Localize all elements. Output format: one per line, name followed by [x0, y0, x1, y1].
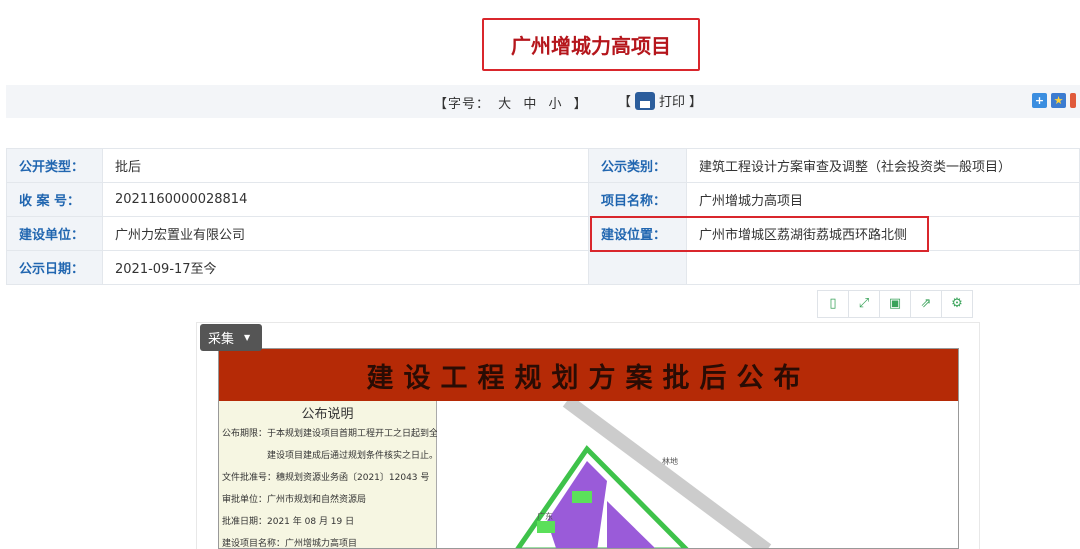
- map-label: 广东: [537, 512, 553, 521]
- info-row: 收 案 号： 2021160000028814 项目名称： 广州增城力高项目: [6, 182, 1080, 217]
- font-medium-button[interactable]: 中: [523, 97, 537, 112]
- location-highlight: [590, 216, 929, 252]
- toolbar: 【字号： 大 中 小 】 【 打印 】 + ★: [6, 85, 1080, 118]
- info-row: 公示日期： 2021-09-17至今: [6, 250, 1080, 285]
- font-large-button[interactable]: 大: [498, 97, 512, 112]
- notice-poster-image: 建设工程规划方案批后公布 公布说明 公布期限：于本规划建设项目首期工程开工之日起…: [218, 348, 959, 549]
- font-size-control: 【字号： 大 中 小 】: [434, 93, 591, 112]
- site-plan-map: 林地 广东: [437, 395, 958, 548]
- print-label: 打印: [659, 95, 686, 110]
- field-label: 公开类型：: [6, 148, 103, 183]
- info-row: 公开类型： 批后 公示类别： 建筑工程设计方案审查及调整（社会投资类一般项目）: [6, 148, 1080, 183]
- caret-down-icon: ▼: [244, 333, 251, 342]
- notice-line: 批准日期：2021 年 08 月 19 日: [222, 517, 355, 527]
- field-value: 广州力宏置业有限公司: [102, 216, 589, 251]
- map-label: 林地: [662, 457, 678, 466]
- field-value: 广州增城力高项目: [686, 182, 1080, 217]
- collect-label: 采集: [208, 332, 235, 347]
- fullscreen-icon[interactable]: ⤢: [848, 290, 880, 318]
- share-icon[interactable]: ⇗: [910, 290, 942, 318]
- bracket: 】: [689, 95, 703, 110]
- settings-gear-icon[interactable]: ⚙: [941, 290, 973, 318]
- field-label: 建设单位：: [6, 216, 103, 251]
- site-plan-drawing: [515, 395, 772, 548]
- field-label: 收 案 号：: [6, 182, 103, 217]
- notice-line: 文件批准号：穗规划资源业务函〔2021〕12043 号: [222, 473, 430, 483]
- save-icon[interactable]: ▣: [879, 290, 911, 318]
- poster-banner: 建设工程规划方案批后公布: [219, 349, 958, 401]
- font-small-button[interactable]: 小: [548, 97, 562, 112]
- favorite-star-icon[interactable]: ★: [1051, 93, 1066, 108]
- print-button[interactable]: 【 打印 】: [618, 91, 702, 110]
- share-icon[interactable]: [1070, 93, 1076, 108]
- notice-line: 审批单位：广州市规划和自然资源局: [222, 495, 367, 505]
- fit-page-icon[interactable]: ▯: [817, 290, 849, 318]
- add-icon[interactable]: +: [1032, 93, 1047, 108]
- notice-line: 公布期限：于本规划建设项目首期工程开工之日起到全部: [222, 429, 448, 439]
- notice-title: 公布说明: [301, 407, 354, 422]
- notice-line: 建设项目名称：广州增城力高项目: [222, 539, 358, 549]
- collect-button[interactable]: 采集 ▼: [200, 324, 262, 351]
- field-label: 项目名称：: [588, 182, 687, 217]
- printer-icon: [635, 91, 656, 110]
- field-label: 公示日期：: [6, 250, 103, 285]
- notice-line: 建设项目建成后通过规划条件核实之日止。: [267, 451, 439, 461]
- bracket: 【: [618, 95, 632, 110]
- field-value: 2021-09-17至今: [102, 250, 589, 285]
- field-value: 2021160000028814: [102, 182, 589, 217]
- field-label: [588, 250, 687, 285]
- image-toolbar: ▯ ⤢ ▣ ⇗ ⚙: [817, 290, 973, 318]
- field-value: [686, 250, 1080, 285]
- field-value: 建筑工程设计方案审查及调整（社会投资类一般项目）: [686, 148, 1080, 183]
- field-label: 公示类别：: [588, 148, 687, 183]
- notice-panel: 公布说明 公布期限：于本规划建设项目首期工程开工之日起到全部 建设项目建成后通过…: [219, 401, 448, 549]
- font-size-label: 【字号：: [434, 97, 491, 112]
- page-title: 广州增城力高项目: [482, 18, 700, 71]
- field-value: 批后: [102, 148, 589, 183]
- bracket: 】: [573, 97, 588, 112]
